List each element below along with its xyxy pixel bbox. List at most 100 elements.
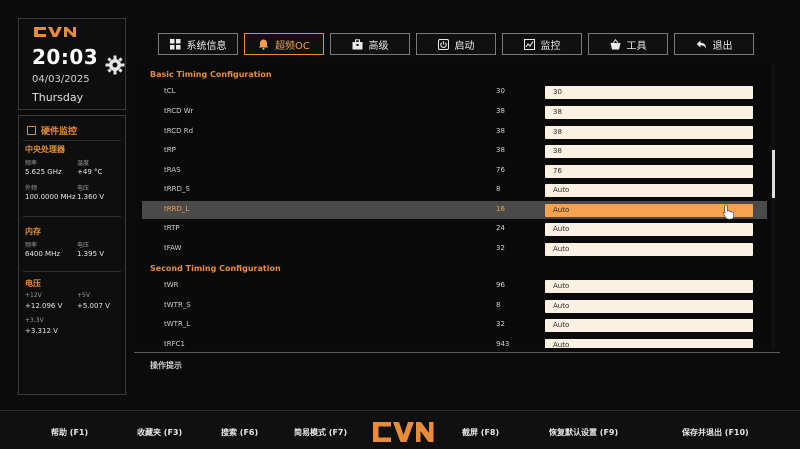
setting-row-tRP[interactable]: tRP 38 38 (142, 142, 767, 160)
setting-name: tRFC1 (164, 340, 185, 348)
v12-value: +12.096 V (25, 302, 63, 310)
setting-name: tWTR_S (164, 301, 191, 309)
cpu-ext-value: 100.0000 MHz (25, 193, 76, 201)
v5-label: +5V (77, 292, 90, 299)
save-exit-f10-button[interactable]: 保存并退出 (F10) (682, 427, 749, 438)
easy-mode-f7-button[interactable]: 简易模式 (F7) (294, 427, 347, 438)
brand-logo (373, 422, 434, 442)
setting-row-tFAW[interactable]: tFAW 32 Auto (142, 240, 767, 258)
screenshot-f8-button[interactable]: 截屏 (F8) (462, 427, 499, 438)
setting-value-field[interactable]: Auto (545, 243, 753, 256)
setting-current-value: 38 (496, 107, 505, 115)
clock-time: 20:03 (32, 45, 99, 69)
load-defaults-f9-button[interactable]: 恢复默认设置 (F9) (549, 427, 618, 438)
tab-monitor[interactable]: 监控 (502, 33, 582, 55)
back-arrow-icon (696, 40, 706, 48)
setting-value-field[interactable]: 30 (545, 86, 753, 99)
setting-row-tRRD-S[interactable]: tRRD_S 8 Auto (142, 181, 767, 199)
setting-current-value: 76 (496, 166, 505, 174)
setting-value-field[interactable]: 38 (545, 145, 753, 158)
search-f6-button[interactable]: 搜索 (F6) (221, 427, 258, 438)
v33-label: +3.3V (25, 317, 44, 324)
bell-icon (258, 39, 269, 50)
favorites-f3-button[interactable]: 收藏夹 (F3) (137, 427, 182, 438)
timing-settings-list: Basic Timing Configuration tCL 30 30 tRC… (134, 64, 780, 348)
cpu-ext-label: 外频 (25, 185, 38, 192)
hand-cursor-icon (723, 204, 734, 220)
setting-current-value: 24 (496, 224, 505, 232)
setting-current-value: 32 (496, 320, 505, 328)
setting-name: tRP (164, 146, 176, 154)
setting-row-tRFC1[interactable]: tRFC1 943 Auto (142, 336, 767, 348)
tab-boot[interactable]: 启动 (416, 33, 496, 55)
mem-volt-value: 1.395 V (77, 250, 105, 258)
setting-value-field[interactable]: 76 (545, 165, 753, 178)
setting-row-tWTR-L[interactable]: tWTR_L 32 Auto (142, 316, 767, 334)
cpu-volt-value: 1.360 V (77, 193, 105, 201)
tab-system-info[interactable]: 系统信息 (158, 33, 238, 55)
setting-row-tWR[interactable]: tWR 96 Auto (142, 277, 767, 295)
setting-row-tRRD-L[interactable]: tRRD_L 16 Auto (142, 201, 767, 219)
setting-row-tRTP[interactable]: tRTP 24 Auto (142, 220, 767, 238)
setting-value-field[interactable]: Auto (545, 280, 753, 293)
divider (23, 271, 121, 272)
clock-panel: 20:03 04/03/2025 Thursday (18, 18, 126, 110)
tab-advanced[interactable]: 高级 (330, 33, 410, 55)
voltage-section-title: 电压 (25, 279, 41, 288)
section-title-basic-timing: Basic Timing Configuration (150, 70, 272, 79)
setting-value-field[interactable]: Auto (545, 339, 753, 348)
cpu-volt-label: 电压 (77, 185, 90, 192)
divider (23, 140, 121, 141)
brand-logo (34, 27, 76, 37)
setting-current-value: 38 (496, 127, 505, 135)
hardware-monitor-panel: 硬件监控 中央处理器 频率 温度 5.625 GHz +49 °C 外频 电压 … (18, 115, 126, 395)
clock-weekday: Thursday (32, 91, 84, 104)
setting-current-value: 30 (496, 87, 505, 95)
setting-current-value: 32 (496, 244, 505, 252)
tab-exit[interactable]: 退出 (674, 33, 754, 55)
setting-row-tRAS[interactable]: tRAS 76 76 (142, 162, 767, 180)
scrollbar-track[interactable] (772, 64, 775, 348)
setting-value-field[interactable]: Auto (545, 319, 753, 332)
setting-current-value: 8 (496, 185, 501, 193)
memory-section-title: 内存 (25, 227, 41, 236)
setting-name: tRAS (164, 166, 181, 174)
setting-current-value: 16 (496, 205, 505, 213)
divider (23, 216, 121, 217)
setting-row-tWTR-S[interactable]: tWTR_S 8 Auto (142, 297, 767, 315)
setting-name: tWTR_L (164, 320, 191, 328)
tab-tools[interactable]: 工具 (588, 33, 668, 55)
v33-value: +3.312 V (25, 327, 58, 335)
setting-row-tCL[interactable]: tCL 30 30 (142, 83, 767, 101)
cpu-freq-label: 频率 (25, 160, 38, 167)
basket-icon (610, 38, 620, 49)
setting-name: tRRD_S (164, 185, 190, 193)
setting-current-value: 943 (496, 340, 510, 348)
setting-value-field[interactable]: Auto (545, 184, 753, 197)
setting-value-field[interactable]: 38 (545, 106, 753, 119)
mem-freq-label: 频率 (25, 242, 38, 249)
setting-value-field[interactable]: Auto (545, 223, 753, 236)
help-title: 操作提示 (150, 361, 182, 370)
gear-icon[interactable] (105, 55, 125, 75)
chip-icon (27, 126, 36, 135)
help-f1-button[interactable]: 帮助 (F1) (51, 427, 88, 438)
setting-value-field[interactable]: 38 (545, 126, 753, 139)
setting-value-field[interactable]: Auto (545, 300, 753, 313)
setting-name: tRTP (164, 224, 180, 232)
chart-icon (523, 38, 535, 50)
setting-row-tRCD-Rd[interactable]: tRCD Rd 38 38 (142, 123, 767, 141)
tab-overclock[interactable]: 超频OC (244, 33, 324, 55)
scrollbar-thumb[interactable] (772, 150, 775, 198)
setting-name: tCL (164, 87, 176, 95)
setting-name: tWR (164, 281, 179, 289)
mem-volt-label: 电压 (77, 242, 90, 249)
v5-value: +5.007 V (77, 302, 110, 310)
setting-name: tRCD Rd (164, 127, 194, 135)
setting-row-tRCD-Wr[interactable]: tRCD Wr 38 38 (142, 103, 767, 121)
cpu-section-title: 中央处理器 (25, 145, 65, 154)
setting-current-value: 96 (496, 281, 505, 289)
mem-freq-value: 6400 MHz (25, 250, 61, 258)
setting-name: tFAW (164, 244, 182, 252)
cpu-freq-value: 5.625 GHz (25, 168, 62, 176)
